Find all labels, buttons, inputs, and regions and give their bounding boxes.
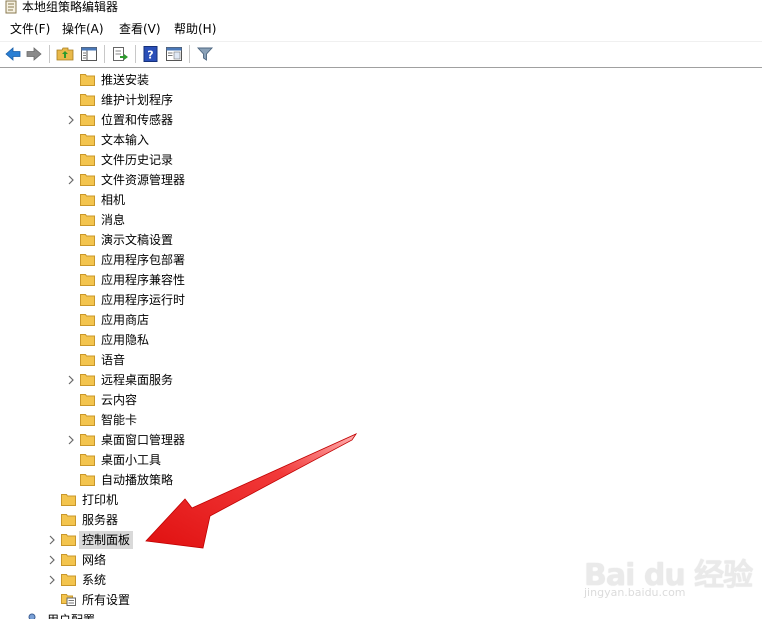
chevron-right-icon[interactable]	[47, 574, 57, 586]
folder-icon	[80, 74, 95, 86]
folder-icon	[80, 214, 95, 226]
folder-icon	[61, 554, 76, 566]
tree-node-label: 用户配置	[47, 611, 95, 619]
folder-icon	[80, 434, 95, 446]
folder-icon	[80, 234, 95, 246]
folder-icon	[80, 194, 95, 206]
tree-node-label: 云内容	[101, 393, 138, 407]
folder-icon	[61, 494, 76, 506]
back-icon[interactable]	[4, 45, 22, 63]
toolbar: ?	[0, 41, 762, 68]
menu-action[interactable]: 操作(A)	[60, 21, 106, 37]
folder-icon	[80, 134, 95, 146]
chevron-right-icon[interactable]	[66, 174, 76, 186]
chevron-right-icon[interactable]	[47, 534, 57, 546]
tree-node-label: 打印机	[82, 493, 119, 507]
tree-node-label: 网络	[82, 553, 107, 567]
folder-icon	[80, 174, 95, 186]
tree-node-label: 文件历史记录	[101, 153, 174, 167]
menu-view[interactable]: 查看(V)	[117, 21, 163, 37]
folder-icon	[80, 414, 95, 426]
forward-icon[interactable]	[25, 45, 43, 63]
tree-node-label: 所有设置	[82, 593, 131, 607]
tree-node-label: 服务器	[82, 513, 119, 527]
tree-node-label: 远程桌面服务	[101, 373, 174, 387]
watermark-url: jingyan.baidu.com	[584, 586, 686, 599]
folder-icon	[80, 374, 95, 386]
chevron-right-icon[interactable]	[66, 114, 76, 126]
folder-icon	[61, 514, 76, 526]
folder-icon	[80, 334, 95, 346]
folder-icon	[80, 114, 95, 126]
folder-icon	[61, 534, 76, 546]
tree-node-label: 维护计划程序	[101, 93, 174, 107]
chevron-right-icon[interactable]	[47, 554, 57, 566]
folder-icon	[80, 154, 95, 166]
export-list-icon[interactable]	[111, 45, 129, 63]
folder-icon	[80, 394, 95, 406]
tree-node-label: 应用程序运行时	[101, 293, 186, 307]
chevron-right-icon[interactable]	[66, 434, 76, 446]
tree-node-label: 演示文稿设置	[101, 233, 174, 247]
folder-icon	[80, 254, 95, 266]
tree-node-label: 自动播放策略	[101, 473, 174, 487]
menu-bar: 文件(F) 操作(A) 查看(V) 帮助(H)	[0, 18, 762, 40]
folder-icon	[61, 574, 76, 586]
tree-node-label: 应用程序包部署	[101, 253, 186, 267]
folder-icon	[80, 354, 95, 366]
chevron-right-icon[interactable]	[66, 374, 76, 386]
show-hide-tree-icon[interactable]	[80, 45, 98, 63]
title-bar: 本地组策略编辑器	[0, 0, 762, 16]
tree-node-label: 系统	[82, 573, 107, 587]
tree-node-label: 相机	[101, 193, 126, 207]
tree-node-label: 桌面窗口管理器	[101, 433, 186, 447]
policy-tree[interactable]: 推送安装 维护计划程序 位置和传感器 文本输入 文件历史记录 文件资源管理器 相…	[0, 67, 762, 619]
toolbar-separator	[104, 45, 105, 63]
window-title: 本地组策略编辑器	[22, 0, 119, 14]
user-configuration-icon	[28, 613, 36, 619]
tree-node-label: 应用商店	[101, 313, 150, 327]
filter-icon[interactable]	[196, 45, 214, 63]
tree-node-label: 文件资源管理器	[101, 173, 186, 187]
folder-icon	[80, 94, 95, 106]
folder-icon	[80, 454, 95, 466]
baidu-watermark: Bai du 经验 jingyan.baidu.com	[584, 538, 754, 608]
tree-node-label: 位置和传感器	[101, 113, 174, 127]
up-folder-icon[interactable]	[56, 45, 74, 63]
tree-node-label: 控制面板	[79, 531, 134, 549]
folder-icon	[80, 274, 95, 286]
tree-node-label: 消息	[101, 213, 126, 227]
folder-icon	[80, 294, 95, 306]
tree-node-label: 智能卡	[101, 413, 138, 427]
group-policy-app-icon	[5, 0, 17, 14]
svg-text:?: ?	[147, 49, 153, 62]
toolbar-separator	[49, 45, 50, 63]
toolbar-separator	[135, 45, 136, 63]
properties-icon[interactable]	[165, 45, 183, 63]
folder-icon	[80, 314, 95, 326]
menu-file[interactable]: 文件(F)	[8, 21, 52, 37]
tree-node-label: 桌面小工具	[101, 453, 162, 467]
settings-list-icon	[61, 594, 76, 606]
tree-node-label: 应用程序兼容性	[101, 273, 186, 287]
tree-node-label: 应用隐私	[101, 333, 150, 347]
help-icon[interactable]: ?	[142, 45, 160, 63]
tree-node-label: 语音	[101, 353, 126, 367]
tree-node-label: 推送安装	[101, 73, 150, 87]
folder-icon	[80, 474, 95, 486]
tree-node-label: 文本输入	[101, 133, 150, 147]
toolbar-separator	[189, 45, 190, 63]
menu-help[interactable]: 帮助(H)	[172, 21, 218, 37]
